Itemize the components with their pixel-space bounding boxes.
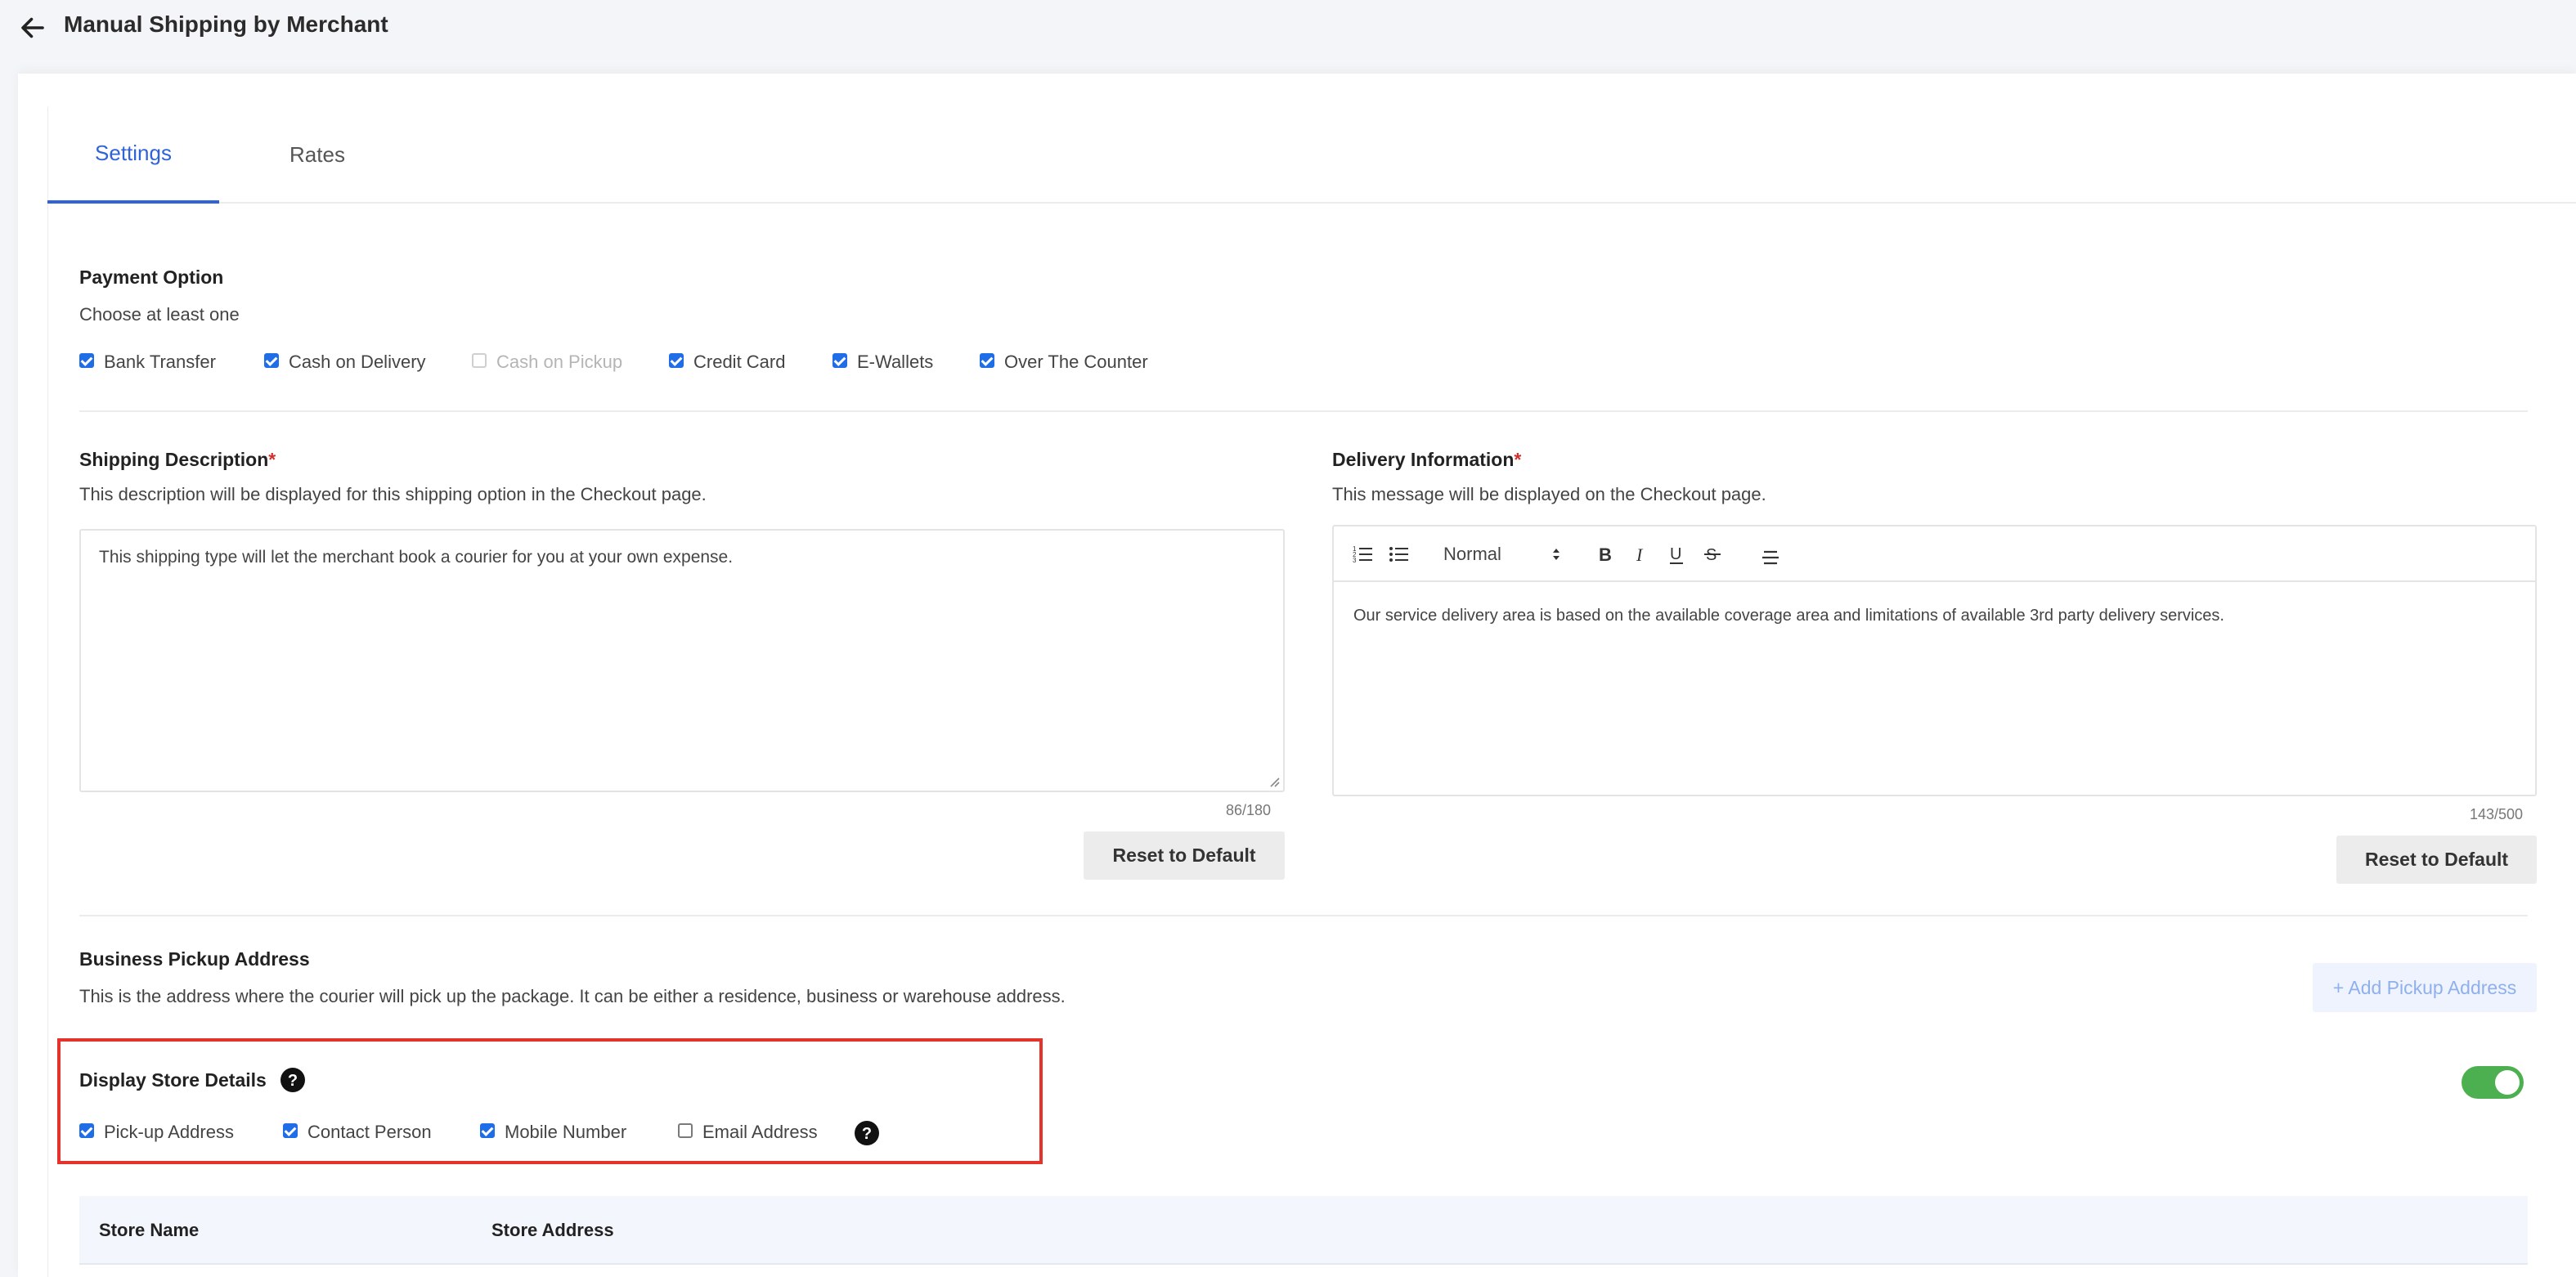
checkbox[interactable] bbox=[678, 1123, 693, 1138]
svg-text:?: ? bbox=[288, 1072, 298, 1090]
svg-text:?: ? bbox=[862, 1125, 872, 1143]
checkbox-label: Contact Person bbox=[307, 1122, 432, 1142]
required-mark: * bbox=[1514, 449, 1522, 470]
checkbox[interactable] bbox=[480, 1123, 495, 1138]
svg-text:3: 3 bbox=[1353, 557, 1357, 564]
checkbox[interactable] bbox=[980, 353, 994, 368]
payment-credit-card[interactable]: Credit Card bbox=[669, 352, 785, 373]
tab-rates[interactable]: Rates bbox=[260, 106, 375, 204]
delivery-information-title-text: Delivery Information bbox=[1332, 449, 1515, 470]
page-title: Manual Shipping by Merchant bbox=[64, 11, 388, 37]
checkbox[interactable] bbox=[832, 353, 847, 368]
payment-option-title: Payment Option bbox=[79, 267, 224, 288]
shipping-description-title: Shipping Description* bbox=[79, 449, 276, 471]
shipping-description-subtitle: This description will be displayed for t… bbox=[79, 484, 707, 504]
display-store-details-title: Display Store Details bbox=[79, 1069, 267, 1091]
tab-bar: Settings Rates bbox=[47, 106, 2576, 204]
bullet-list-icon[interactable] bbox=[1388, 543, 1411, 566]
checkbox bbox=[472, 353, 487, 368]
help-icon[interactable]: ? bbox=[280, 1067, 306, 1093]
svg-text:U: U bbox=[1670, 545, 1681, 563]
column-store-name: Store Name bbox=[99, 1220, 200, 1240]
top-bar: Manual Shipping by Merchant bbox=[0, 0, 2576, 74]
shipping-description-textarea[interactable]: This shipping type will let the merchant… bbox=[79, 529, 1285, 792]
highlight-box bbox=[57, 1038, 1043, 1164]
checkbox-label: Over The Counter bbox=[1004, 352, 1148, 372]
delivery-information-subtitle: This message will be displayed on the Ch… bbox=[1332, 484, 1766, 504]
add-pickup-address-button[interactable]: + Add Pickup Address bbox=[2313, 963, 2537, 1012]
delivery-reset-button[interactable]: Reset to Default bbox=[2336, 836, 2537, 884]
store-detail-pickup-address[interactable]: Pick-up Address bbox=[79, 1122, 234, 1143]
checkbox[interactable] bbox=[79, 353, 94, 368]
align-icon[interactable] bbox=[1759, 546, 1782, 569]
checkbox-label: Email Address bbox=[702, 1122, 818, 1142]
checkbox[interactable] bbox=[264, 353, 279, 368]
select-arrows-icon bbox=[1553, 549, 1560, 560]
shipping-description-value: This shipping type will let the merchant… bbox=[99, 548, 734, 567]
shipping-description-title-text: Shipping Description bbox=[79, 449, 269, 470]
format-select-value: Normal bbox=[1443, 544, 1501, 564]
checkbox[interactable] bbox=[669, 353, 684, 368]
business-pickup-title: Business Pickup Address bbox=[79, 948, 310, 970]
payment-over-the-counter[interactable]: Over The Counter bbox=[980, 352, 1148, 373]
italic-icon[interactable]: I bbox=[1630, 543, 1653, 566]
display-store-details-toggle[interactable] bbox=[2462, 1066, 2524, 1099]
store-table-header: Store Name Store Address bbox=[79, 1196, 2528, 1265]
payment-e-wallets[interactable]: E-Wallets bbox=[832, 352, 933, 373]
divider bbox=[79, 410, 2528, 412]
checkbox-label: Cash on Pickup bbox=[496, 352, 623, 372]
toggle-knob bbox=[2495, 1070, 2520, 1095]
help-icon[interactable]: ? bbox=[854, 1120, 880, 1146]
svg-text:B: B bbox=[1599, 544, 1612, 565]
format-select[interactable]: Normal bbox=[1443, 541, 1563, 567]
ordered-list-icon[interactable]: 1 2 3 bbox=[1352, 543, 1375, 566]
delivery-information-title: Delivery Information* bbox=[1332, 449, 1521, 471]
shipping-reset-button[interactable]: Reset to Default bbox=[1084, 831, 1285, 880]
checkbox-label: Bank Transfer bbox=[104, 352, 216, 372]
delivery-information-value: Our service delivery area is based on th… bbox=[1353, 607, 2224, 625]
checkbox-label: Mobile Number bbox=[505, 1122, 627, 1142]
resize-grip-icon[interactable] bbox=[1268, 776, 1280, 787]
checkbox-label: Cash on Delivery bbox=[289, 352, 426, 372]
delivery-information-counter: 143/500 bbox=[2470, 806, 2524, 822]
arrow-left-icon[interactable] bbox=[18, 13, 47, 43]
bold-icon[interactable]: B bbox=[1594, 543, 1617, 566]
shipping-description-counter: 86/180 bbox=[1226, 802, 1272, 818]
payment-cash-on-delivery[interactable]: Cash on Delivery bbox=[264, 352, 426, 373]
business-pickup-subtitle: This is the address where the courier wi… bbox=[79, 986, 1066, 1006]
checkbox[interactable] bbox=[79, 1123, 94, 1138]
checkbox-label: Pick-up Address bbox=[104, 1122, 234, 1142]
checkbox[interactable] bbox=[283, 1123, 298, 1138]
checkbox-label: Credit Card bbox=[693, 352, 786, 372]
payment-bank-transfer[interactable]: Bank Transfer bbox=[79, 352, 216, 373]
payment-cash-on-pickup: Cash on Pickup bbox=[472, 352, 622, 373]
required-mark: * bbox=[268, 449, 276, 470]
store-detail-email-address[interactable]: Email Address bbox=[678, 1122, 818, 1143]
store-detail-contact-person[interactable]: Contact Person bbox=[283, 1122, 432, 1143]
editor-toolbar: 1 2 3 Normal B I U S bbox=[1334, 526, 2535, 582]
divider bbox=[79, 915, 2528, 916]
checkbox-label: E-Wallets bbox=[857, 352, 934, 372]
delivery-information-editor[interactable]: 1 2 3 Normal B I U S bbox=[1332, 525, 2537, 796]
column-store-address: Store Address bbox=[491, 1220, 614, 1240]
strikethrough-icon[interactable]: S bbox=[1702, 543, 1725, 566]
payment-option-subtitle: Choose at least one bbox=[79, 304, 240, 325]
underline-icon[interactable]: U bbox=[1666, 543, 1689, 566]
tab-settings[interactable]: Settings bbox=[47, 106, 219, 204]
svg-text:I: I bbox=[1636, 544, 1644, 565]
store-detail-mobile-number[interactable]: Mobile Number bbox=[480, 1122, 626, 1143]
